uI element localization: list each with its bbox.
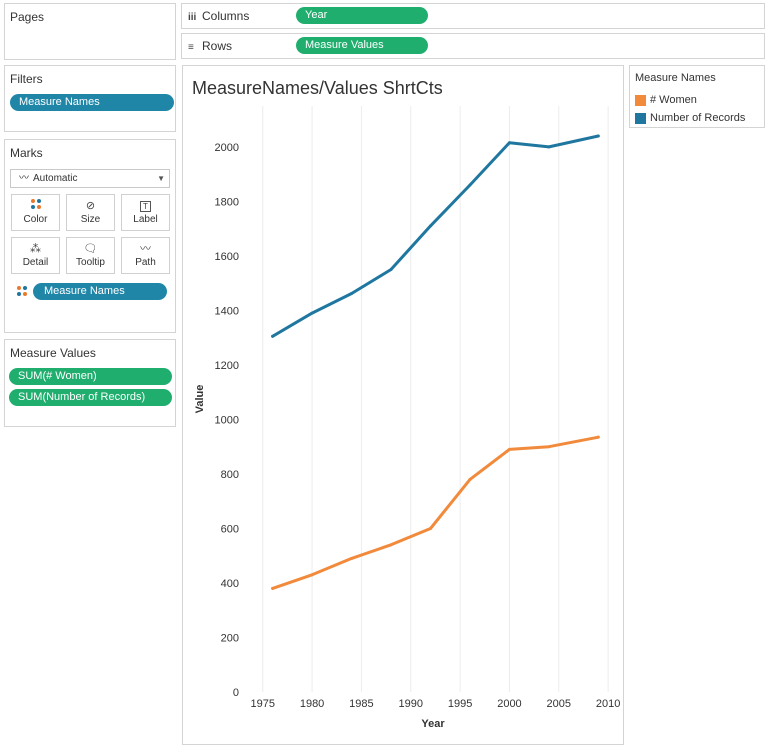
chevron-down-icon: ▼ xyxy=(157,174,165,183)
rows-shelf: ≡ Rows xyxy=(181,33,765,59)
columns-shelf: iii Columns xyxy=(181,3,765,29)
color-button[interactable]: Color xyxy=(11,194,60,231)
data-point[interactable] xyxy=(310,573,314,577)
data-point[interactable] xyxy=(350,556,354,560)
data-point[interactable] xyxy=(507,447,511,451)
y-tick-label: 1200 xyxy=(215,360,239,372)
x-tick-label: 1975 xyxy=(250,698,274,710)
legend-label-records: Number of Records xyxy=(650,112,746,124)
data-point[interactable] xyxy=(596,134,600,138)
legend-label-women: # Women xyxy=(650,94,697,106)
data-point[interactable] xyxy=(350,292,354,296)
line-mark-icon: 〰 xyxy=(19,173,29,184)
data-point[interactable] xyxy=(310,311,314,315)
x-tick-label: 2010 xyxy=(596,698,620,710)
color-button-label: Color xyxy=(23,214,48,225)
y-tick-label: 1000 xyxy=(215,414,239,426)
measure-values-title: Measure Values xyxy=(10,346,96,360)
columns-pill-year[interactable]: Year xyxy=(296,7,428,24)
rows-shelf-label-wrap: ≡ Rows xyxy=(188,39,232,53)
legend-swatch-women xyxy=(635,95,646,106)
filter-pill-measure-names[interactable]: Measure Names xyxy=(10,94,174,111)
data-point[interactable] xyxy=(389,543,393,547)
x-tick-label: 1990 xyxy=(399,698,423,710)
label-button[interactable]: T Label xyxy=(121,194,170,231)
rows-shelf-label: Rows xyxy=(202,39,233,53)
data-point[interactable] xyxy=(596,435,600,439)
detail-icon: ⁂ xyxy=(30,243,41,255)
marks-pill-measure-names[interactable]: Measure Names xyxy=(33,283,167,300)
data-point[interactable] xyxy=(389,268,393,272)
x-tick-label: 1980 xyxy=(300,698,324,710)
label-icon: T xyxy=(122,199,169,213)
y-axis-label: Value xyxy=(194,385,206,414)
marks-title: Marks xyxy=(10,146,43,160)
data-point[interactable] xyxy=(547,445,551,449)
mark-type-label: Automatic xyxy=(33,173,78,184)
line-chart: MeasureNames/Values ShrtCts 0 200 400 600 80… xyxy=(192,78,620,730)
measure-value-pill-records[interactable]: SUM(Number of Records) xyxy=(9,389,172,406)
color-dots-icon xyxy=(17,286,27,299)
legend-title: Measure Names xyxy=(635,72,716,84)
color-dots-icon xyxy=(12,199,59,213)
size-button-label: Size xyxy=(80,214,101,225)
path-button-label: Path xyxy=(135,257,156,268)
tooltip-button[interactable]: 🗨 Tooltip xyxy=(66,237,115,274)
data-point[interactable] xyxy=(468,477,472,481)
columns-shelf-label: Columns xyxy=(202,9,250,23)
y-tick-label: 1600 xyxy=(215,251,239,263)
x-tick-label: 2000 xyxy=(497,698,521,710)
series-line-records[interactable] xyxy=(271,134,600,338)
data-point[interactable] xyxy=(429,224,432,228)
x-axis-label: Year xyxy=(421,718,445,730)
y-tick-label: 1400 xyxy=(215,305,239,317)
data-point[interactable] xyxy=(468,183,472,187)
chart-title: MeasureNames/Values ShrtCts xyxy=(192,78,443,98)
pages-card: Pages xyxy=(4,3,176,60)
legend-swatch-records xyxy=(635,113,646,124)
tooltip-button-label: Tooltip xyxy=(76,257,105,268)
path-icon: 〰 xyxy=(140,243,151,255)
y-tick-label: 600 xyxy=(221,523,239,535)
pages-title: Pages xyxy=(10,10,45,24)
x-tick-label: 2005 xyxy=(547,698,571,710)
y-tick-label: 2000 xyxy=(215,142,239,154)
size-button[interactable]: ⊘ Size xyxy=(66,194,115,231)
path-button[interactable]: 〰 Path xyxy=(121,237,170,274)
data-point[interactable] xyxy=(271,586,275,590)
rows-pill-measure-values[interactable]: Measure Values xyxy=(296,37,428,54)
y-tick-label: 400 xyxy=(221,578,239,590)
chart-panel: MeasureNames/Values ShrtCts 0 200 400 600 80… xyxy=(182,65,624,745)
y-tick-label: 1800 xyxy=(215,196,239,208)
y-tick-label: 0 xyxy=(233,687,239,699)
filters-card: Filters Measure Names xyxy=(4,65,176,132)
data-point[interactable] xyxy=(547,145,551,149)
filters-title: Filters xyxy=(10,72,43,86)
data-point[interactable] xyxy=(507,141,511,145)
data-point[interactable] xyxy=(429,526,432,530)
detail-button[interactable]: ⁂ Detail xyxy=(11,237,60,274)
measure-value-pill-women[interactable]: SUM(# Women) xyxy=(9,368,172,385)
legend-card: Measure Names # Women Number of Records xyxy=(629,65,765,128)
label-button-label: Label xyxy=(133,214,158,225)
size-icon: ⊘ xyxy=(85,200,96,212)
y-tick-label: 200 xyxy=(221,632,239,644)
x-tick-label: 1995 xyxy=(448,698,472,710)
rows-icon: ≡ xyxy=(188,42,194,53)
mark-type-dropdown[interactable]: 〰 Automatic ▼ xyxy=(10,169,170,188)
y-tick-label: 800 xyxy=(221,469,239,481)
columns-shelf-label-wrap: iii Columns xyxy=(188,9,249,23)
columns-icon: iii xyxy=(188,12,197,23)
data-point[interactable] xyxy=(271,334,275,338)
series-line-women[interactable] xyxy=(271,435,600,590)
x-tick-label: 1985 xyxy=(349,698,373,710)
detail-button-label: Detail xyxy=(22,257,49,268)
tooltip-icon: 🗨 xyxy=(83,243,98,255)
